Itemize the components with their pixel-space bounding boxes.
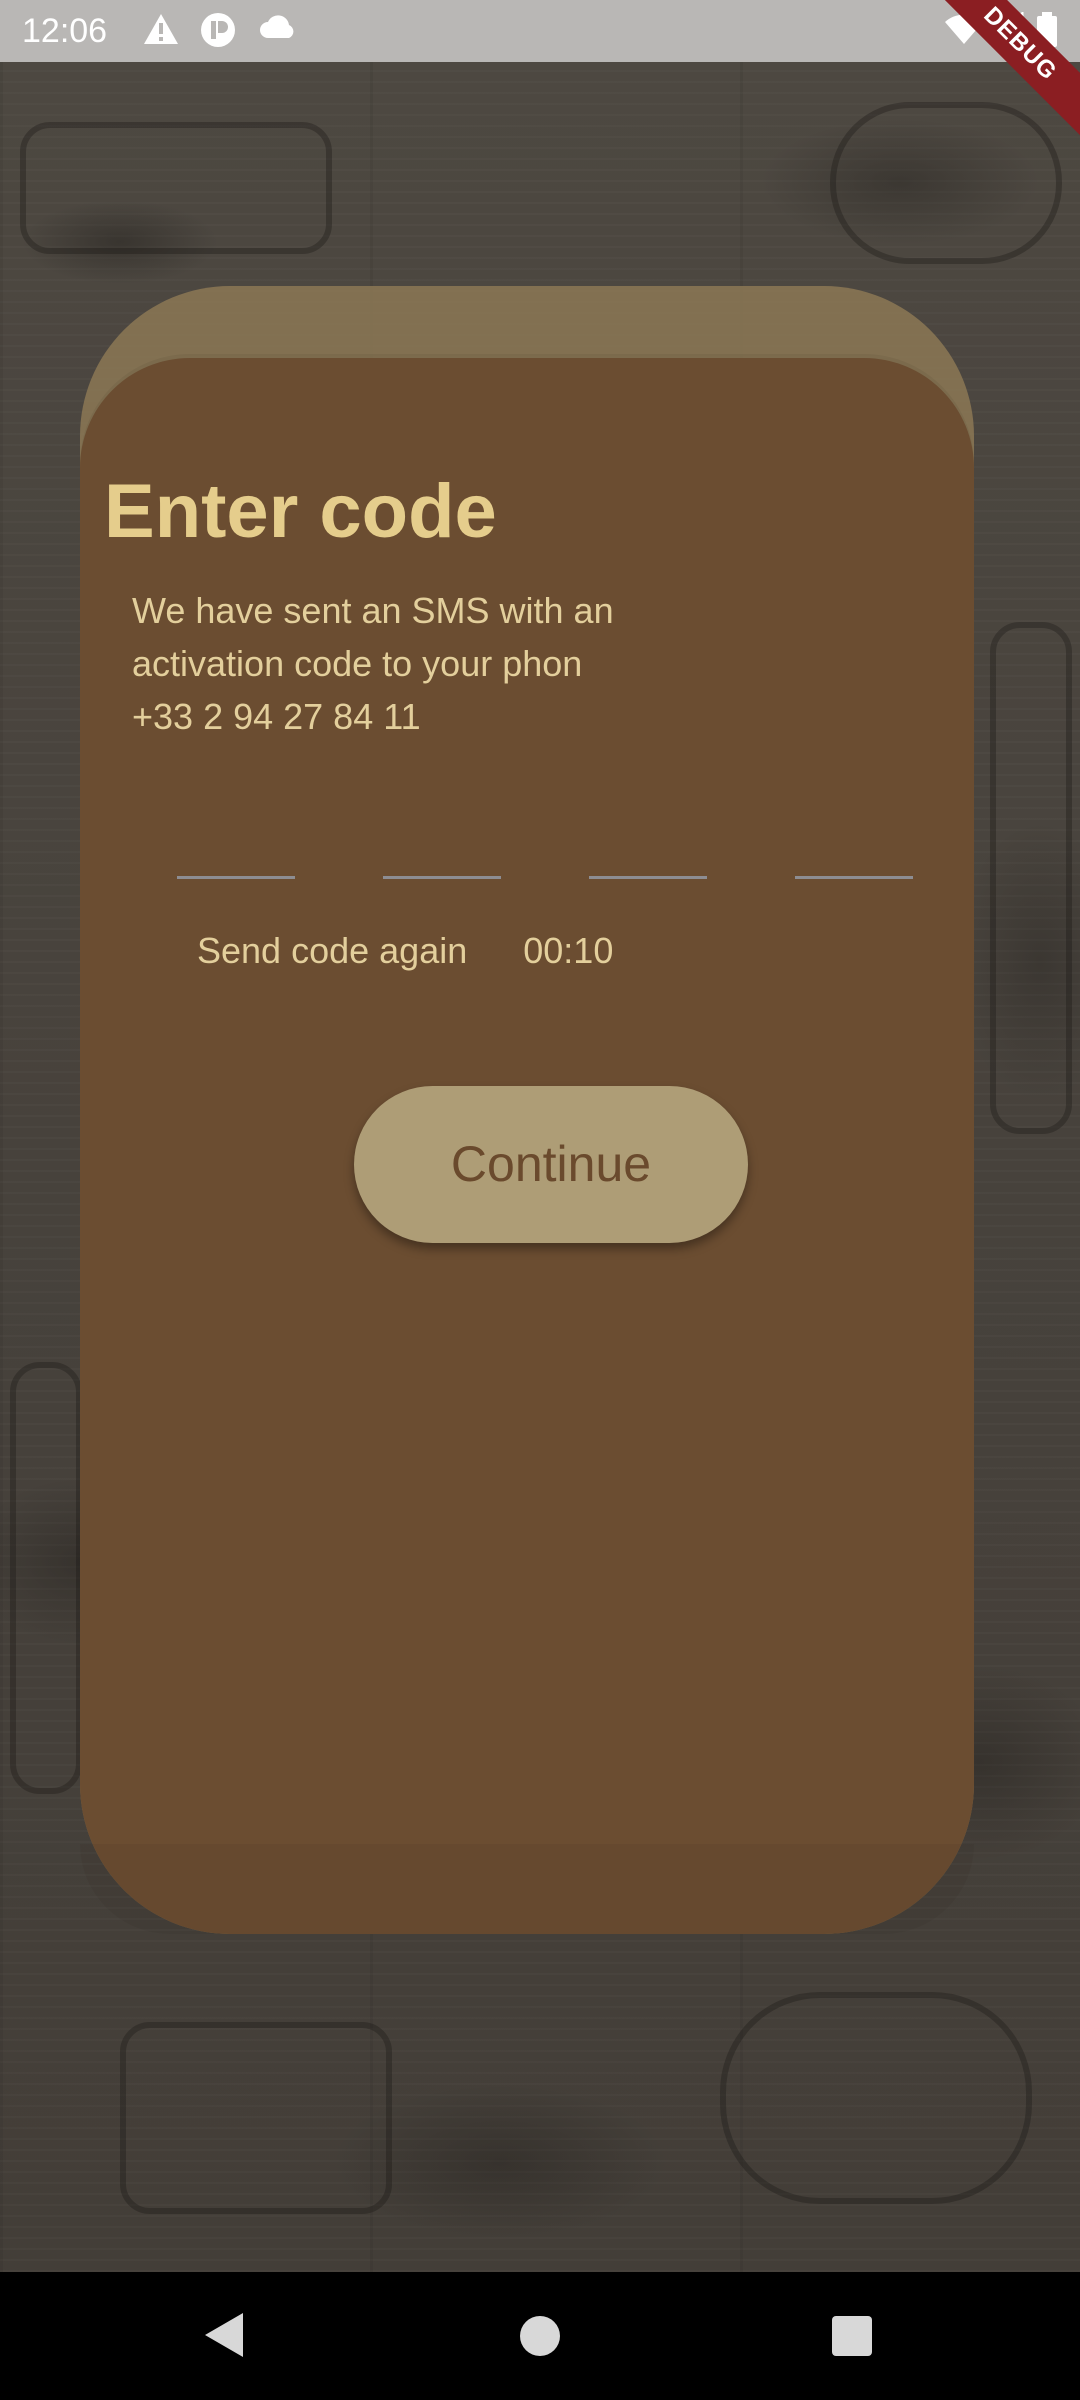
app-notification-icon <box>200 12 236 56</box>
recents-icon[interactable] <box>832 2316 872 2356</box>
phone-number: +33 2 94 27 84 11 <box>132 696 421 737</box>
card-inner-shade <box>80 1844 974 1934</box>
description-line: activation code to your phon <box>132 643 583 684</box>
status-time: 12:06 <box>22 12 108 50</box>
background-glyph <box>830 102 1062 264</box>
code-digit-field-2[interactable] <box>383 810 501 879</box>
background-glyph <box>10 1362 82 1794</box>
code-digit-field-4[interactable] <box>795 810 913 879</box>
sms-description: We have sent an SMS with an activation c… <box>132 584 732 743</box>
status-bar: 12:06 DEBUG <box>0 0 1080 152</box>
code-digit-field-1[interactable] <box>177 810 295 879</box>
background-glyph <box>990 622 1072 1134</box>
background-glyph <box>720 1992 1032 2204</box>
back-icon[interactable] <box>205 2313 243 2357</box>
resend-timer: 00:10 <box>523 930 614 971</box>
background-glyph <box>20 122 332 254</box>
page-title: Enter code <box>104 469 497 554</box>
continue-button[interactable]: Continue <box>354 1086 748 1243</box>
description-line: We have sent an SMS with an <box>132 590 614 631</box>
resend-row: Send code again 00:10 <box>197 930 613 972</box>
cloud-icon <box>258 12 298 50</box>
background-glyph <box>120 2022 392 2214</box>
send-code-again-link[interactable]: Send code again <box>197 930 467 972</box>
warning-icon <box>143 12 179 54</box>
home-icon[interactable] <box>520 2316 560 2356</box>
code-digit-field-3[interactable] <box>589 810 707 879</box>
